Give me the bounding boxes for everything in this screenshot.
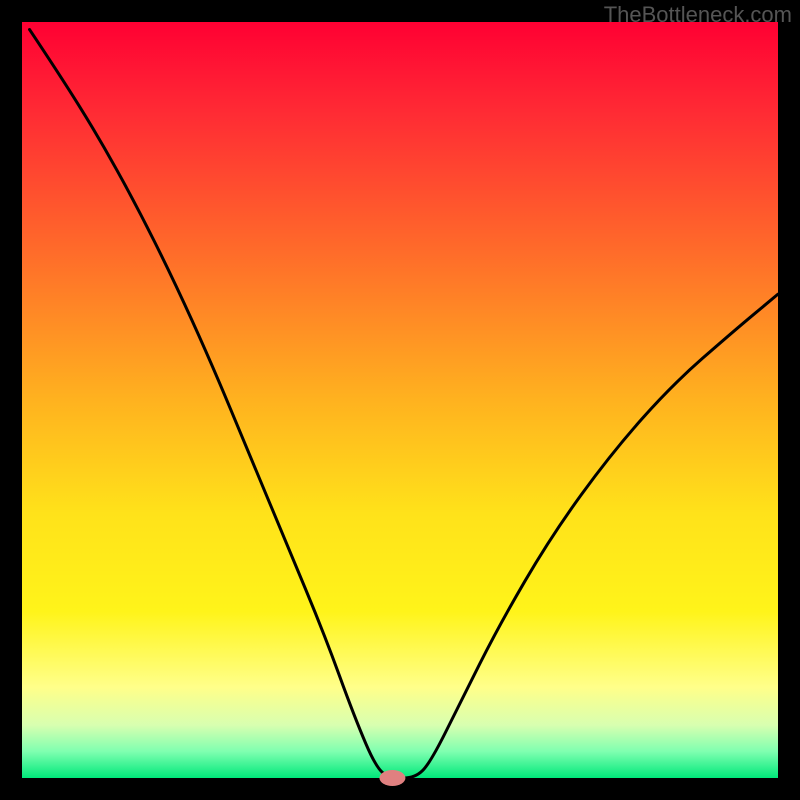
chart-container: { "watermark": "TheBottleneck.com", "cha… (0, 0, 800, 800)
watermark-text: TheBottleneck.com (604, 2, 792, 28)
optimal-marker (379, 770, 405, 786)
bottleneck-chart (0, 0, 800, 800)
